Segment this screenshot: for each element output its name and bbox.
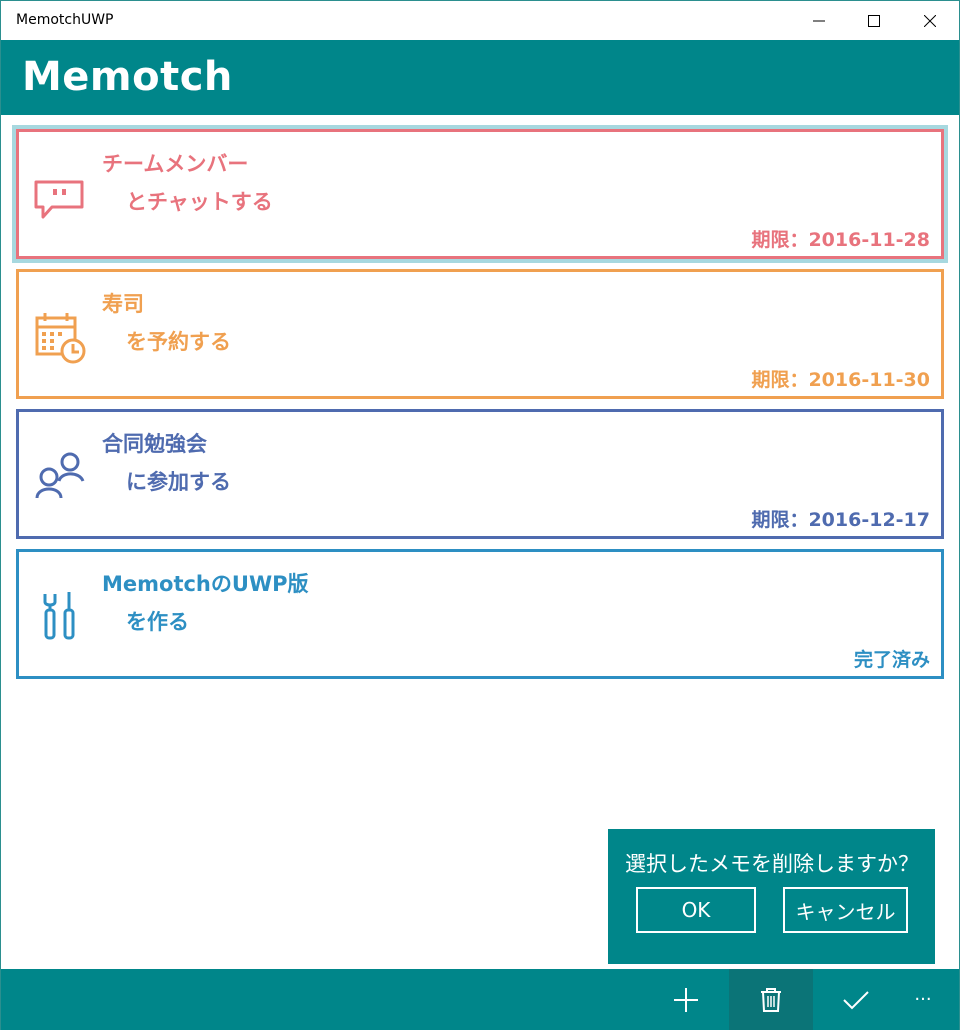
memo-title: MemotchのUWP版 <box>102 572 309 596</box>
complete-button[interactable] <box>814 969 898 1030</box>
tools-icon <box>43 592 75 640</box>
dialog-message: 選択したメモを削除しますか？ <box>625 852 919 876</box>
memo-due-date: 期限：2016-11-28 <box>751 229 930 251</box>
memo-item-chat[interactable]: チームメンバー とチャットする 期限：2016-11-28 <box>12 125 948 263</box>
title-bar: MemotchUWP <box>1 1 959 40</box>
people-icon <box>35 452 85 499</box>
maximize-icon <box>868 14 880 27</box>
calendar-clock-icon <box>35 313 86 364</box>
memo-title: チームメンバー <box>102 152 249 176</box>
cancel-button[interactable]: キャンセル <box>783 887 908 933</box>
more-button[interactable]: ··· <box>887 969 959 1030</box>
window-title: MemotchUWP <box>16 12 114 28</box>
memo-due-date: 期限：2016-12-17 <box>751 509 930 531</box>
memo-action: を予約する <box>126 330 231 354</box>
memo-title: 寿司 <box>102 292 144 316</box>
memo-action: を作る <box>126 610 189 634</box>
plus-icon <box>674 987 698 1012</box>
trash-icon <box>761 987 781 1012</box>
memo-title: 合同勉強会 <box>102 432 207 456</box>
app-header: Memotch <box>1 40 959 115</box>
memo-item-study-group[interactable]: 合同勉強会 に参加する 期限：2016-12-17 <box>16 409 944 539</box>
more-icon: ··· <box>914 989 932 1010</box>
memo-due-date: 期限：2016-11-30 <box>751 369 930 391</box>
close-button[interactable] <box>902 1 958 40</box>
memo-action: に参加する <box>126 470 231 494</box>
checkmark-icon <box>843 990 869 1009</box>
chat-icon <box>34 180 84 219</box>
memo-status: 完了済み <box>853 649 930 671</box>
delete-confirm-dialog: 選択したメモを削除しますか？ OK キャンセル <box>608 829 935 964</box>
memo-item-sushi[interactable]: 寿司 を予約する 期限：2016-11-30 <box>16 269 944 399</box>
memo-action: とチャットする <box>126 190 273 214</box>
memo-item-uwp[interactable]: MemotchのUWP版 を作る 完了済み <box>16 549 944 679</box>
ok-button[interactable]: OK <box>636 887 756 933</box>
app-title: Memotch <box>22 54 233 100</box>
minimize-icon <box>813 20 825 21</box>
minimize-button[interactable] <box>791 1 847 40</box>
maximize-button[interactable] <box>846 1 902 40</box>
add-button[interactable] <box>644 969 728 1030</box>
close-icon <box>924 14 936 27</box>
delete-button[interactable] <box>729 969 813 1030</box>
command-bar: ··· <box>1 969 959 1030</box>
